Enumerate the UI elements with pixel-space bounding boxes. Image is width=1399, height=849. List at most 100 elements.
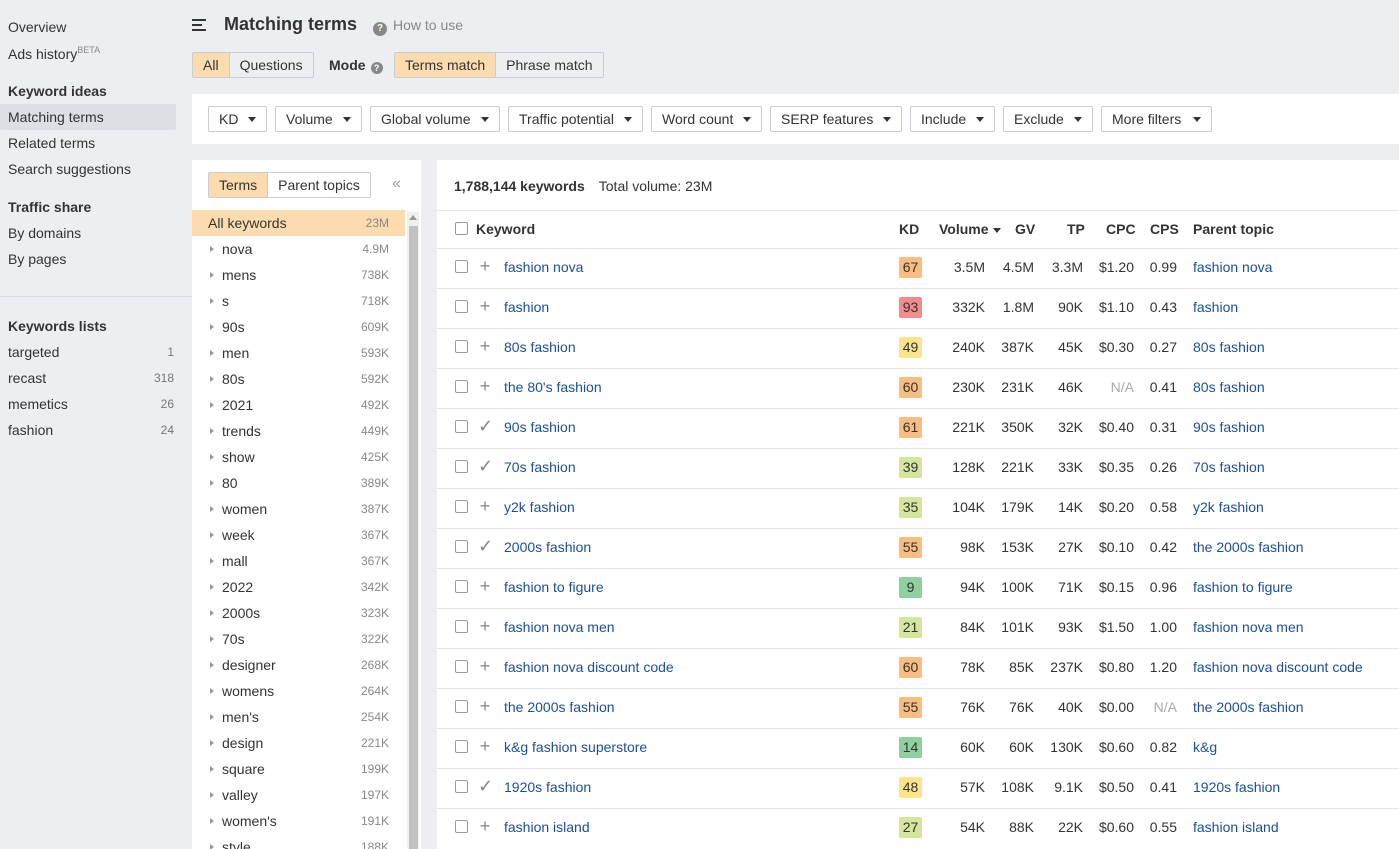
add-to-list-icon[interactable]: +	[478, 697, 492, 715]
add-to-list-icon[interactable]: +	[478, 657, 492, 675]
col-cpc[interactable]: CPC	[1106, 221, 1136, 237]
row-checkbox[interactable]	[455, 380, 468, 393]
expand-icon[interactable]	[210, 818, 214, 824]
term-all-keywords[interactable]: All keywords 23M	[192, 210, 405, 236]
term-row[interactable]: design 221K	[192, 730, 405, 756]
add-to-list-icon[interactable]: +	[478, 297, 492, 315]
parent-topic-link[interactable]: 90s fashion	[1193, 419, 1265, 435]
tab-terms[interactable]: Terms	[209, 173, 268, 197]
filter-global-volume[interactable]: Global volume	[370, 106, 500, 132]
expand-icon[interactable]	[210, 350, 214, 356]
scope-all-button[interactable]: All	[193, 53, 229, 77]
term-row[interactable]: 70s 322K	[192, 626, 405, 652]
menu-icon[interactable]	[192, 18, 208, 32]
row-checkbox[interactable]	[455, 660, 468, 673]
expand-icon[interactable]	[210, 662, 214, 668]
expand-icon[interactable]	[210, 584, 214, 590]
term-row[interactable]: 80s 592K	[192, 366, 405, 392]
parent-topic-link[interactable]: fashion island	[1193, 819, 1279, 835]
expand-icon[interactable]	[210, 376, 214, 382]
filter-include[interactable]: Include	[910, 106, 995, 132]
expand-icon[interactable]	[210, 792, 214, 798]
scope-questions-button[interactable]: Questions	[228, 53, 313, 77]
expand-icon[interactable]	[210, 272, 214, 278]
term-row[interactable]: valley 197K	[192, 782, 405, 808]
col-gv[interactable]: GV	[1015, 221, 1035, 237]
term-row[interactable]: womens 264K	[192, 678, 405, 704]
add-to-list-icon[interactable]: +	[478, 617, 492, 635]
list-item-fashion[interactable]: fashion 24	[8, 422, 178, 438]
expand-icon[interactable]	[210, 844, 214, 849]
keyword-link[interactable]: fashion island	[504, 819, 590, 835]
scroll-up-icon[interactable]	[409, 215, 417, 220]
add-to-list-icon[interactable]: +	[478, 337, 492, 355]
row-checkbox[interactable]	[455, 740, 468, 753]
keyword-link[interactable]: 90s fashion	[504, 419, 576, 435]
filter-serp-features[interactable]: SERP features	[770, 106, 902, 132]
term-row[interactable]: square 199K	[192, 756, 405, 782]
row-checkbox[interactable]	[455, 340, 468, 353]
keyword-link[interactable]: fashion to figure	[504, 579, 604, 595]
row-checkbox[interactable]	[455, 420, 468, 433]
parent-topic-link[interactable]: fashion	[1193, 299, 1238, 315]
add-to-list-icon[interactable]: +	[478, 497, 492, 515]
how-to-use-link[interactable]: ? How to use	[373, 17, 463, 36]
expand-icon[interactable]	[210, 428, 214, 434]
term-row[interactable]: s 718K	[192, 288, 405, 314]
filter-exclude[interactable]: Exclude	[1003, 106, 1093, 132]
parent-topic-link[interactable]: fashion nova men	[1193, 619, 1304, 635]
nav-search-suggestions[interactable]: Search suggestions	[8, 161, 131, 177]
term-row[interactable]: 90s 609K	[192, 314, 405, 340]
parent-topic-link[interactable]: fashion nova	[1193, 259, 1272, 275]
added-check-icon[interactable]: ✓	[478, 537, 493, 555]
keyword-link[interactable]: 2000s fashion	[504, 539, 591, 555]
added-check-icon[interactable]: ✓	[478, 417, 493, 435]
expand-icon[interactable]	[210, 324, 214, 330]
keyword-link[interactable]: fashion	[504, 299, 549, 315]
term-row[interactable]: trends 449K	[192, 418, 405, 444]
term-row[interactable]: style 188K	[192, 834, 405, 849]
filter-more-filters[interactable]: More filters	[1101, 106, 1212, 132]
row-checkbox[interactable]	[455, 580, 468, 593]
expand-icon[interactable]	[210, 402, 214, 408]
col-tp[interactable]: TP	[1067, 221, 1085, 237]
scrollbar-thumb[interactable]	[409, 226, 418, 849]
expand-icon[interactable]	[210, 246, 214, 252]
nav-matching-terms[interactable]: Matching terms	[8, 109, 104, 125]
keyword-link[interactable]: 80s fashion	[504, 339, 576, 355]
keyword-link[interactable]: fashion nova discount code	[504, 659, 674, 675]
nav-by-pages[interactable]: By pages	[8, 251, 66, 267]
keyword-link[interactable]: fashion nova men	[504, 619, 615, 635]
term-row[interactable]: 80 389K	[192, 470, 405, 496]
parent-topic-link[interactable]: 70s fashion	[1193, 459, 1265, 475]
keyword-link[interactable]: the 2000s fashion	[504, 699, 615, 715]
term-row[interactable]: 2022 342K	[192, 574, 405, 600]
collapse-panel-icon[interactable]: «	[392, 175, 401, 193]
expand-icon[interactable]	[210, 636, 214, 642]
list-item-recast[interactable]: recast 318	[8, 370, 178, 386]
term-row[interactable]: show 425K	[192, 444, 405, 470]
term-row[interactable]: 2021 492K	[192, 392, 405, 418]
expand-icon[interactable]	[210, 740, 214, 746]
expand-icon[interactable]	[210, 766, 214, 772]
row-checkbox[interactable]	[455, 780, 468, 793]
parent-topic-link[interactable]: the 2000s fashion	[1193, 699, 1304, 715]
col-kd[interactable]: KD	[899, 221, 919, 237]
parent-topic-link[interactable]: 1920s fashion	[1193, 779, 1280, 795]
term-row[interactable]: men 593K	[192, 340, 405, 366]
add-to-list-icon[interactable]: +	[478, 817, 492, 835]
row-checkbox[interactable]	[455, 820, 468, 833]
parent-topic-link[interactable]: fashion to figure	[1193, 579, 1293, 595]
keyword-link[interactable]: fashion nova	[504, 259, 583, 275]
col-volume[interactable]: Volume	[939, 221, 1001, 237]
term-row[interactable]: men's 254K	[192, 704, 405, 730]
row-checkbox[interactable]	[455, 540, 468, 553]
mode-phrase-match-button[interactable]: Phrase match	[495, 53, 603, 77]
row-checkbox[interactable]	[455, 620, 468, 633]
term-row[interactable]: women's 191K	[192, 808, 405, 834]
nav-by-domains[interactable]: By domains	[8, 225, 81, 241]
filter-volume[interactable]: Volume	[275, 106, 362, 132]
expand-icon[interactable]	[210, 610, 214, 616]
expand-icon[interactable]	[210, 714, 214, 720]
term-row[interactable]: women 387K	[192, 496, 405, 522]
